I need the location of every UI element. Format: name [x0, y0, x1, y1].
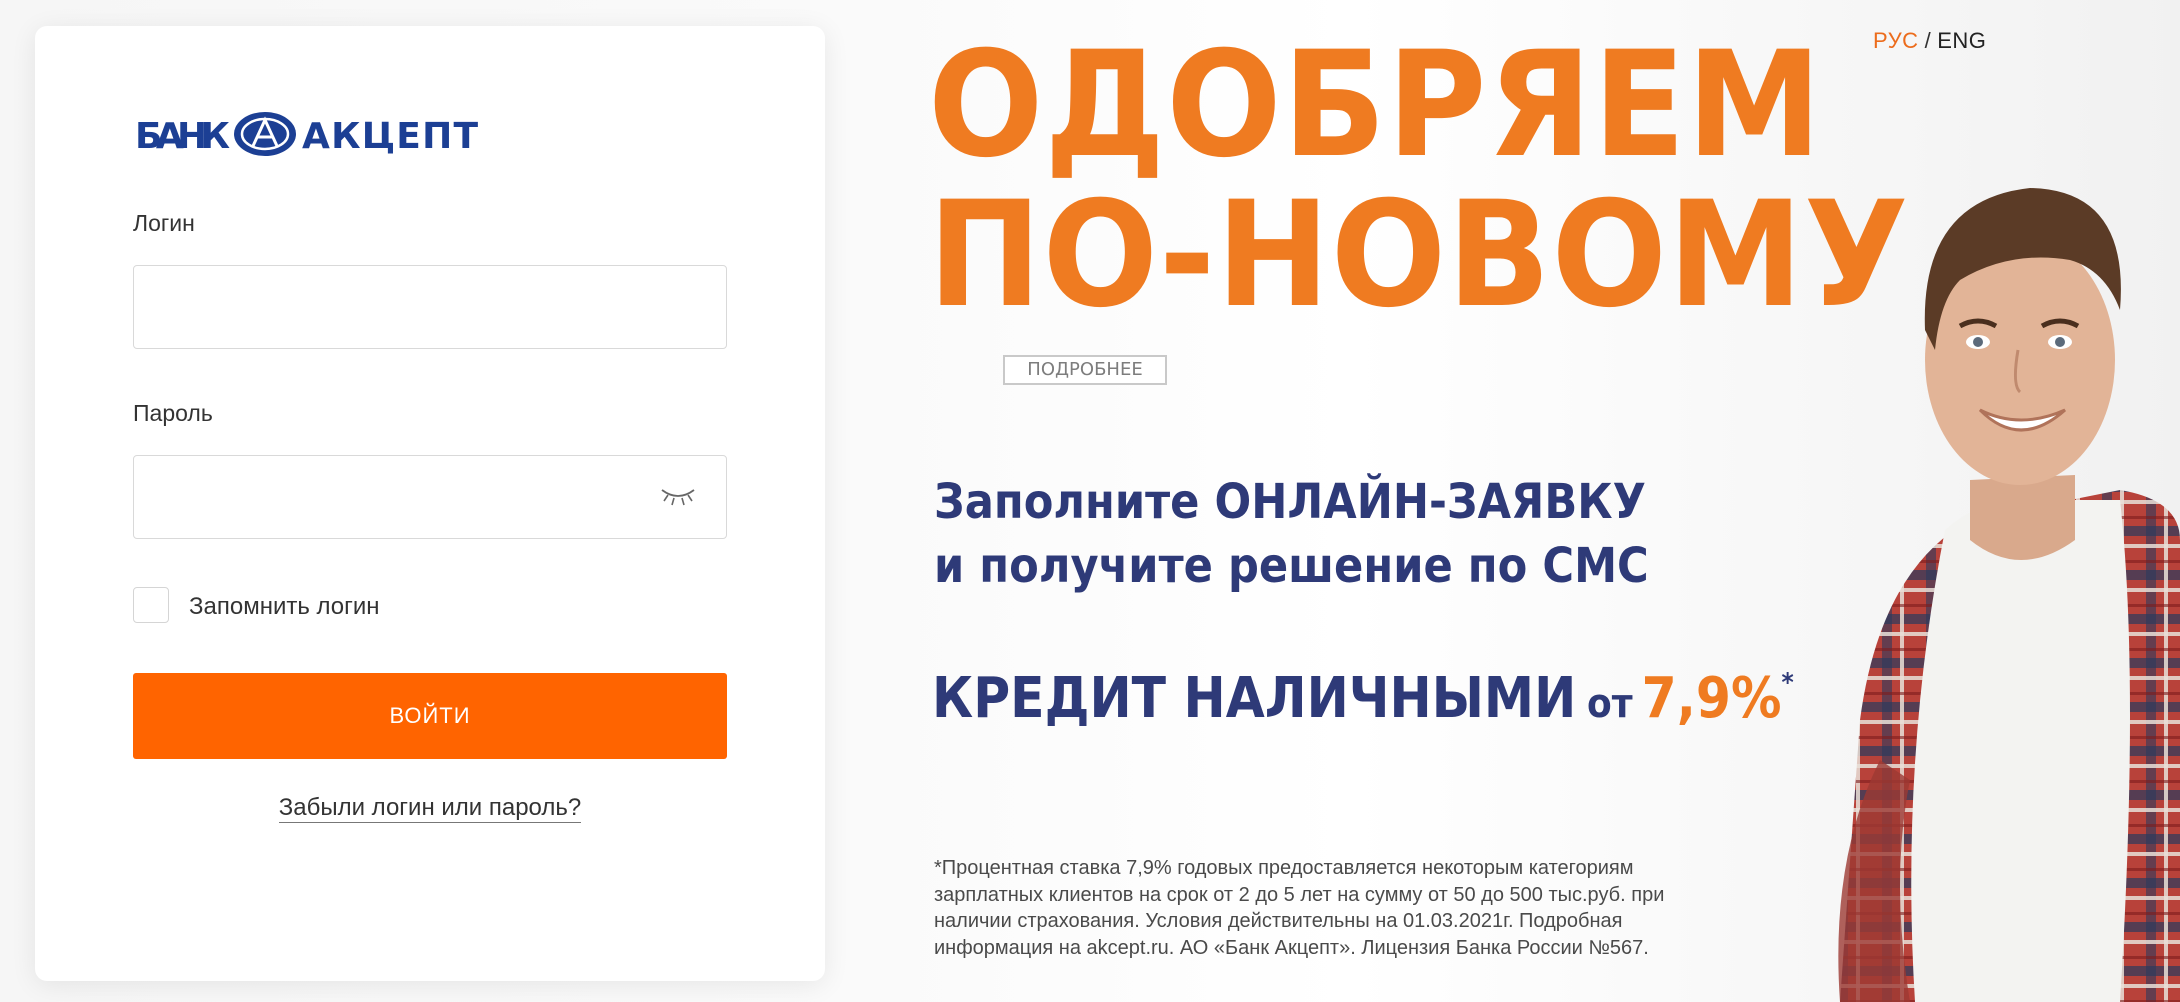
logo-text-left: БАНК — [135, 116, 230, 157]
lang-en-link[interactable]: ENG — [1937, 28, 1986, 53]
eye-closed-icon[interactable] — [660, 486, 696, 508]
bank-logo: БАНК АКЦЕПТ — [135, 112, 478, 157]
credit-rate: 7,9% — [1641, 666, 1782, 731]
more-button[interactable]: ПОДРОБНЕЕ — [1003, 355, 1167, 385]
credit-from: от — [1587, 681, 1633, 727]
promo-disclaimer: *Процентная ставка 7,9% годовых предоста… — [934, 857, 1665, 959]
password-input[interactable] — [133, 455, 727, 539]
forgot-link[interactable]: Забыли логин или пароль? — [278, 794, 582, 823]
remember-checkbox[interactable] — [133, 587, 169, 623]
credit-footnote-mark: * — [1781, 668, 1794, 698]
promo-subline: Заполните ОНЛАЙН-ЗАЯВКУ и получите решен… — [934, 470, 1649, 598]
subline-line-2: и получите решение по СМС — [934, 538, 1649, 594]
logo-text-right: АКЦЕПТ — [302, 116, 478, 157]
headline-line-2: ПО-НОВОМУ — [928, 170, 1910, 340]
lang-separator: / — [1924, 28, 1932, 53]
password-label: Пароль — [133, 400, 213, 426]
forgot-container: Забыли логин или пароль? — [35, 794, 825, 823]
login-button[interactable]: ВОЙТИ — [133, 673, 727, 759]
promo-headline: ОДОБРЯЕМ ПО-НОВОМУ — [928, 30, 1910, 330]
person-photo — [1838, 188, 2180, 1002]
credit-offer: КРЕДИТ НАЛИЧНЫМИ от 7,9%* — [932, 666, 1794, 731]
subline-line-1: Заполните ОНЛАЙН-ЗАЯВКУ — [934, 474, 1646, 530]
remember-label[interactable]: Запомнить логин — [189, 593, 380, 621]
login-label: Логин — [133, 210, 195, 236]
headline-line-1: ОДОБРЯЕМ — [928, 20, 1823, 190]
login-input[interactable] — [133, 265, 727, 349]
login-card: БАНК АКЦЕПТ Логин Пароль Запомнить логин… — [35, 26, 825, 981]
credit-text: КРЕДИТ НАЛИЧНЫМИ — [932, 666, 1577, 731]
